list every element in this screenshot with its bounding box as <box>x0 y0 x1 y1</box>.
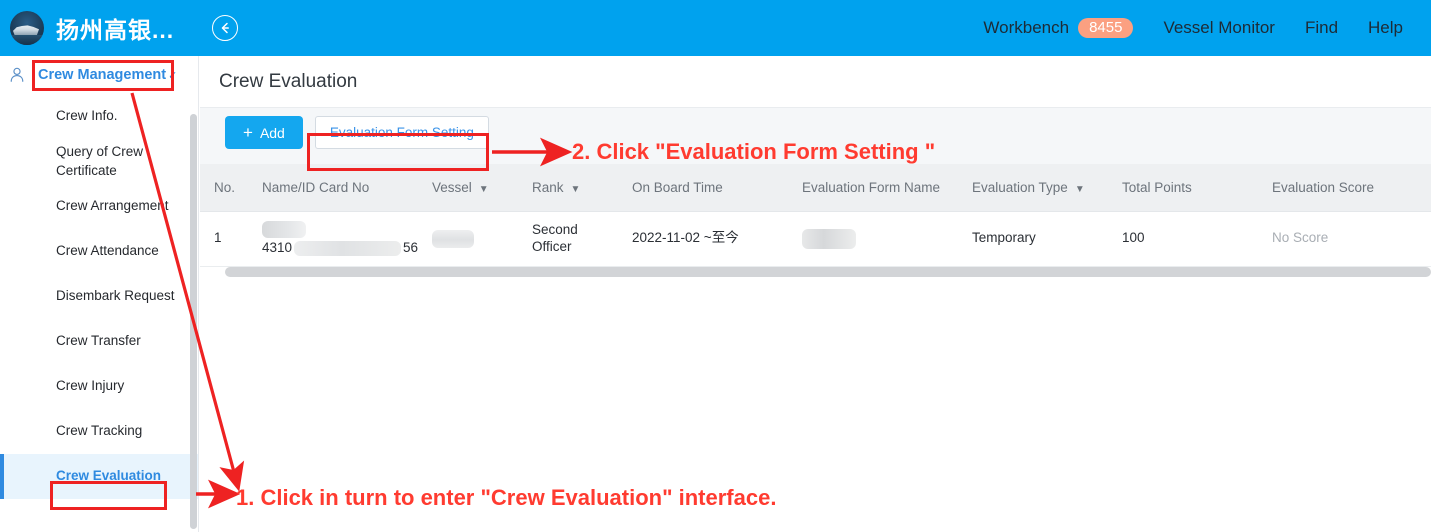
sidebar-group-crew-management[interactable]: Crew Management ✓ <box>0 56 198 94</box>
workbench-count-badge: 8455 <box>1078 18 1134 38</box>
sidebar-item-label: Crew Tracking <box>56 423 143 439</box>
top-bar: 扬州高银... Workbench 8455 Vessel Monitor Fin… <box>0 0 1431 56</box>
cell-vessel <box>418 211 518 267</box>
nav-workbench[interactable]: Workbench 8455 <box>983 18 1134 38</box>
filter-caret-icon[interactable]: ▼ <box>571 184 581 195</box>
redaction-block <box>432 229 474 248</box>
column-label: Evaluation Score <box>1272 179 1375 195</box>
column-header-on-board-time: On Board Time <box>618 164 788 212</box>
sidebar-item-label: Crew Evaluation <box>56 468 162 484</box>
table-row[interactable]: 1 4310 56 Second Officer 2022-11-02 ~至今 <box>200 211 1431 267</box>
cell-evaluation-type: Temporary <box>958 211 1108 267</box>
nav-find[interactable]: Find <box>1305 18 1338 38</box>
column-label: On Board Time <box>632 179 723 195</box>
ship-logo-icon <box>10 11 44 45</box>
brand-title: 扬州高银... <box>56 17 175 43</box>
nav-help[interactable]: Help <box>1368 18 1403 38</box>
page-title: Crew Evaluation <box>219 70 358 92</box>
column-header-rank[interactable]: Rank ▼ <box>518 164 618 212</box>
evaluation-table: No. Name/ID Card No Vessel ▼ Rank ▼ On Boa… <box>200 164 1431 267</box>
column-header-evaluation-type[interactable]: Evaluation Type ▼ <box>958 164 1108 212</box>
circle-back-arrow-icon[interactable] <box>212 15 239 41</box>
column-header-name-id: Name/ID Card No <box>248 164 418 212</box>
cell-total-points: 100 <box>1108 211 1258 267</box>
sidebar-item-crew-transfer[interactable]: Crew Transfer <box>0 319 198 364</box>
toolbar: + Add Evaluation Form Setting <box>225 116 489 149</box>
sidebar-item-label: Query of Crew Certificate <box>56 144 144 178</box>
column-header-total-points: Total Points <box>1108 164 1258 212</box>
sidebar-item-crew-injury[interactable]: Crew Injury <box>0 364 198 409</box>
redaction-block <box>262 220 306 238</box>
app-root: 扬州高银... Workbench 8455 Vessel Monitor Fin… <box>0 0 1431 532</box>
table-horizontal-scroll-zone <box>200 266 1431 285</box>
page-title-bar: Crew Evaluation <box>200 56 1431 108</box>
column-header-vessel[interactable]: Vessel ▼ <box>418 164 518 212</box>
sidebar-item-query-of-crew-certificate[interactable]: Query of Crew Certificate <box>0 139 198 184</box>
cell-on-board-time: 2022-11-02 ~至今 <box>618 211 788 267</box>
column-label: Vessel <box>432 179 472 195</box>
sidebar-item-crew-tracking[interactable]: Crew Tracking <box>0 409 198 454</box>
id-prefix: 4310 <box>262 239 293 255</box>
evaluation-form-setting-label: Evaluation Form Setting <box>329 125 474 140</box>
sidebar-item-label: Disembark Request <box>56 288 175 304</box>
sidebar-item-label: Crew Transfer <box>56 333 141 349</box>
column-label: Rank <box>532 179 564 195</box>
table-header-row: No. Name/ID Card No Vessel ▼ Rank ▼ On Boa… <box>200 164 1431 212</box>
column-header-evaluation-form-name: Evaluation Form Name <box>788 164 958 212</box>
cell-rank: Second Officer <box>518 211 618 267</box>
sidebar-item-disembark-request[interactable]: Disembark Request <box>0 274 198 319</box>
sidebar: Crew Management ✓ Crew Info. Query of Cr… <box>0 56 199 532</box>
evaluation-table-wrapper: No. Name/ID Card No Vessel ▼ Rank ▼ On Boa… <box>200 164 1431 285</box>
sidebar-item-crew-arrangement[interactable]: Crew Arrangement <box>0 184 198 229</box>
top-nav: Workbench 8455 Vessel Monitor Find Help <box>983 18 1431 38</box>
evaluation-form-setting-button[interactable]: Evaluation Form Setting <box>314 116 489 149</box>
sidebar-item-label: Crew Arrangement <box>56 198 169 214</box>
filter-caret-icon[interactable]: ▼ <box>1075 184 1085 195</box>
cell-evaluation-form-name <box>788 211 958 267</box>
sidebar-item-crew-attendance[interactable]: Crew Attendance <box>0 229 198 274</box>
nav-workbench-label: Workbench <box>983 18 1070 37</box>
sidebar-group-label: Crew Management <box>38 67 167 83</box>
sidebar-item-crew-info[interactable]: Crew Info. <box>0 94 198 139</box>
main-content: Crew Evaluation + Add Evaluation Form Se… <box>200 56 1431 532</box>
sidebar-item-label: Crew Injury <box>56 378 125 394</box>
id-card-no: 4310 56 <box>262 240 418 257</box>
nav-vessel-monitor[interactable]: Vessel Monitor <box>1163 18 1275 38</box>
column-label: Evaluation Form Name <box>802 179 941 195</box>
redaction-block <box>802 228 856 249</box>
add-button[interactable]: + Add <box>225 116 303 149</box>
person-icon <box>10 67 24 82</box>
cell-evaluation-score: No Score <box>1258 211 1431 267</box>
sidebar-item-crew-evaluation[interactable]: Crew Evaluation <box>0 454 198 499</box>
plus-icon: + <box>243 123 253 142</box>
table-header: No. Name/ID Card No Vessel ▼ Rank ▼ On Boa… <box>200 164 1431 212</box>
add-button-label: Add <box>259 124 285 141</box>
column-label: Name/ID Card No <box>262 179 370 195</box>
sidebar-item-label: Crew Attendance <box>56 243 159 259</box>
sidebar-item-label: Crew Info. <box>56 108 118 124</box>
column-header-no: No. <box>200 164 248 212</box>
redacted-name <box>262 220 418 238</box>
chevron-down-icon: ✓ <box>168 69 178 82</box>
table-body: 1 4310 56 Second Officer 2022-11-02 ~至今 <box>200 211 1431 267</box>
sidebar-scrollbar-thumb[interactable] <box>190 114 197 529</box>
column-header-evaluation-score: Evaluation Score <box>1258 164 1431 212</box>
cell-no: 1 <box>200 211 248 267</box>
table-horizontal-scrollbar[interactable] <box>225 266 1431 277</box>
column-label: Evaluation Type <box>972 179 1068 195</box>
toolbar-zone: + Add Evaluation Form Setting <box>200 108 1431 164</box>
id-suffix: 56 <box>402 239 418 255</box>
filter-caret-icon[interactable]: ▼ <box>479 184 489 195</box>
cell-name-id: 4310 56 <box>248 211 418 267</box>
redaction-block <box>294 240 401 256</box>
column-label: Total Points <box>1122 179 1192 195</box>
column-label: No. <box>214 179 236 195</box>
